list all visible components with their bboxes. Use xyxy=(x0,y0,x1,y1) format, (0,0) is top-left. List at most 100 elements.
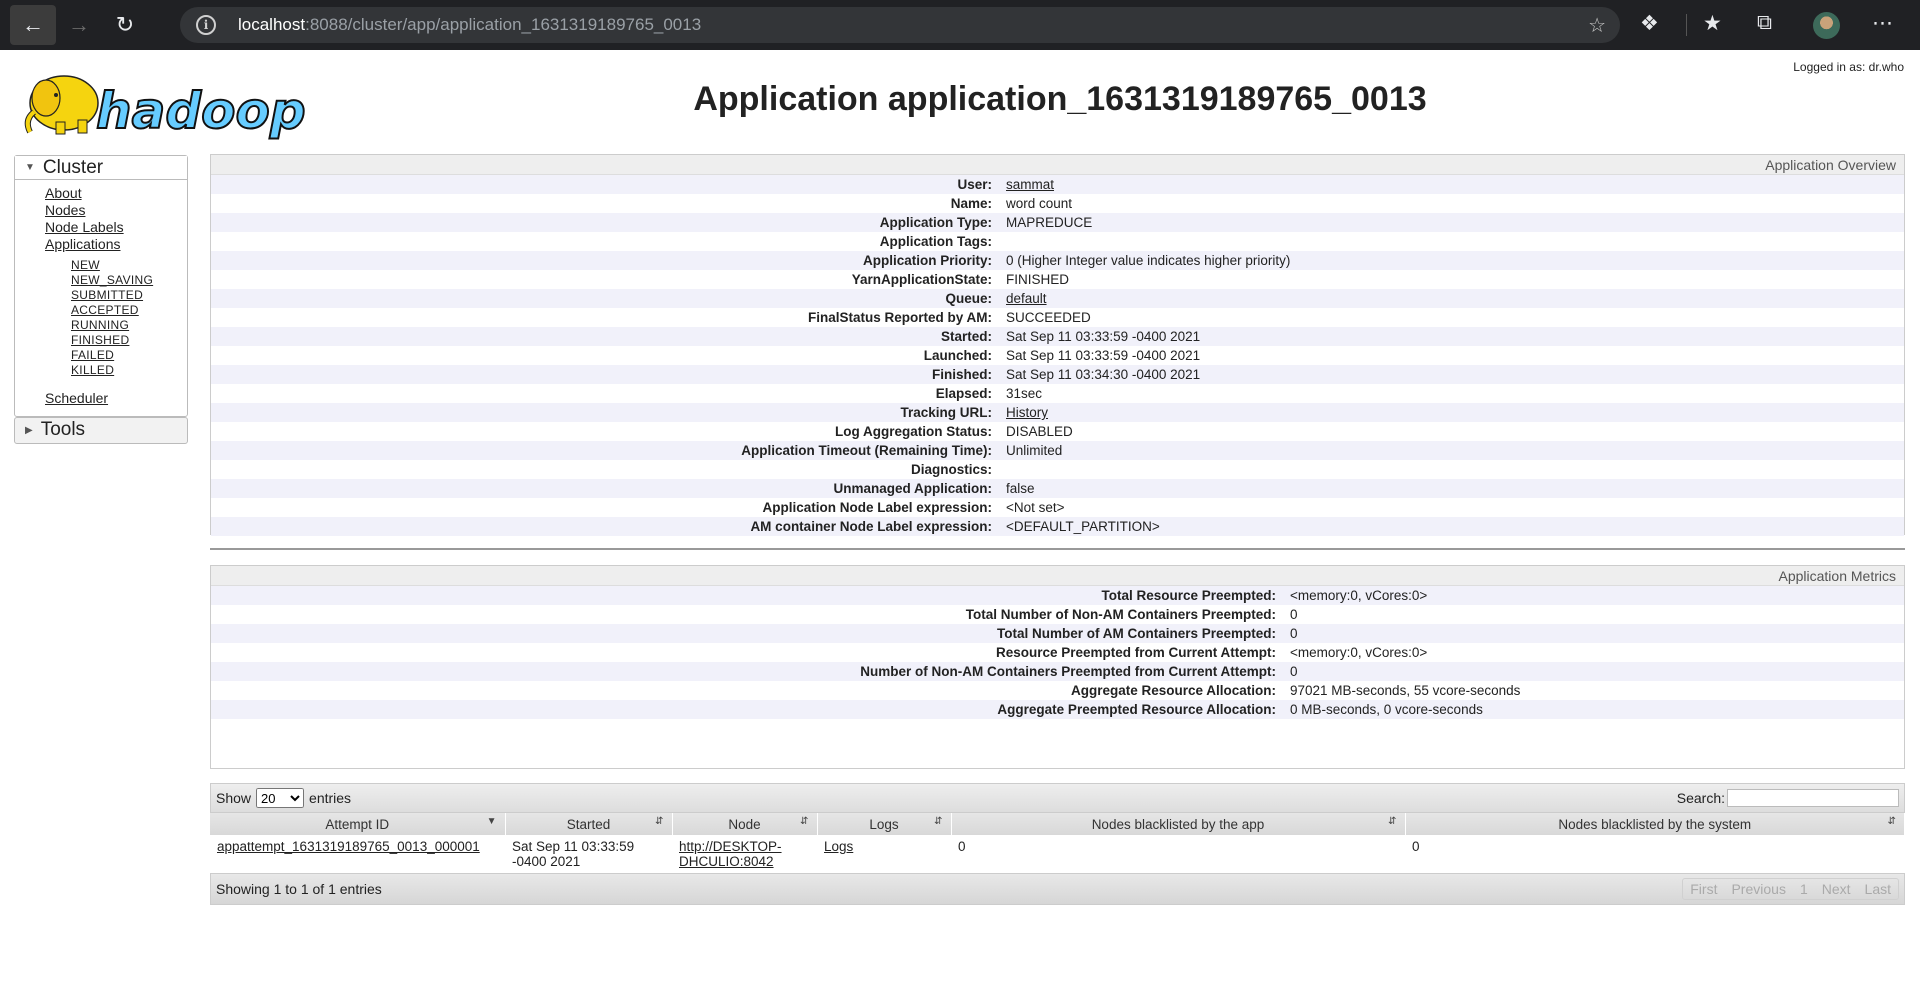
overview-row: Application Type: MAPREDUCE xyxy=(211,213,1904,232)
overview-row: AM container Node Label expression: <DEFA… xyxy=(211,517,1904,536)
col-blacklisted-system[interactable]: Nodes blacklisted by the system ⇵ xyxy=(1405,813,1905,835)
metrics-key: Total Number of Non-AM Containers Preemp… xyxy=(965,607,1276,622)
app-state-killed[interactable]: KILLED xyxy=(71,363,114,377)
cluster-header[interactable]: ▼ Cluster xyxy=(15,156,187,180)
search-input[interactable] xyxy=(1727,789,1899,807)
overview-key: Application Timeout (Remaining Time): xyxy=(741,443,992,458)
table-row: appattempt_1631319189765_0013_000001 Sat… xyxy=(210,835,1905,873)
overview-value: Sat Sep 11 03:33:59 -0400 2021 xyxy=(1006,348,1201,363)
url-path: :8088/cluster/app/application_1631319189… xyxy=(305,15,702,34)
overview-row: Started: Sat Sep 11 03:33:59 -0400 2021 xyxy=(211,327,1904,346)
caret-right-icon: ▶ xyxy=(25,424,33,436)
sidebar-item-scheduler[interactable]: Scheduler xyxy=(45,390,108,406)
overview-key: User: xyxy=(957,177,992,192)
entries-info: Showing 1 to 1 of 1 entries xyxy=(216,881,382,897)
pager-next[interactable]: Next xyxy=(1815,879,1858,899)
col-logs[interactable]: Logs ⇵ xyxy=(817,813,952,835)
metrics-row: Total Resource Preempted: <memory:0, vCor… xyxy=(211,586,1904,605)
overview-value: FINISHED xyxy=(1006,272,1070,287)
overview-value-link[interactable]: default xyxy=(1006,291,1047,306)
pager-previous[interactable]: Previous xyxy=(1724,879,1792,899)
entries-select[interactable]: 20 xyxy=(256,788,305,808)
sidebar-item-about[interactable]: About xyxy=(45,185,82,201)
forward-icon[interactable]: → xyxy=(56,5,102,45)
pager-page-1[interactable]: 1 xyxy=(1793,879,1815,899)
search-box: Search: xyxy=(1677,789,1899,807)
metrics-value: 0 xyxy=(1290,607,1298,622)
reload-icon[interactable]: ↻ xyxy=(102,5,148,45)
col-attempt-id-label: Attempt ID xyxy=(325,816,390,832)
extensions-icon[interactable]: ❖ xyxy=(1640,11,1659,36)
col-blacklisted-app[interactable]: Nodes blacklisted by the app ⇵ xyxy=(951,813,1406,835)
overview-row: Queue: default xyxy=(211,289,1904,308)
overview-value: <Not set> xyxy=(1006,500,1065,515)
sidebar-item-node-labels[interactable]: Node Labels xyxy=(45,219,124,235)
overview-key: Tracking URL: xyxy=(900,405,992,420)
overview-key: Unmanaged Application: xyxy=(833,481,992,496)
app-state-running[interactable]: RUNNING xyxy=(71,318,129,332)
more-menu-icon[interactable]: ⋯ xyxy=(1872,11,1893,36)
overview-value: MAPREDUCE xyxy=(1006,215,1093,230)
app-state-failed[interactable]: FAILED xyxy=(71,348,114,362)
metrics-key: Number of Non-AM Containers Preempted fr… xyxy=(860,664,1276,679)
entries-label: entries xyxy=(309,790,352,806)
table-header-row: Attempt ID ▼ Started ⇵ Node ⇵ Logs ⇵ Nodes b… xyxy=(210,813,1905,835)
metrics-row: Aggregate Preempted Resource Allocation:… xyxy=(211,700,1904,719)
logo-wordmark: hadoop xyxy=(96,82,306,140)
overview-value-link[interactable]: sammat xyxy=(1006,177,1054,192)
overview-row: FinalStatus Reported by AM: SUCCEEDED xyxy=(211,308,1904,327)
toolbar-separator xyxy=(1686,14,1687,36)
overview-key: AM container Node Label expression: xyxy=(750,519,992,534)
page-content: Logged in as: dr.who hadoop Application … xyxy=(0,50,1920,993)
favorites-icon[interactable]: ★ xyxy=(1703,11,1722,36)
sidebar-item-applications[interactable]: Applications xyxy=(45,236,121,252)
page-title: Application application_1631319189765_00… xyxy=(693,80,1427,118)
back-icon[interactable]: ← xyxy=(10,5,56,45)
url-text[interactable]: localhost:8088/cluster/app/application_1… xyxy=(238,15,701,35)
metrics-row: Total Number of Non-AM Containers Preemp… xyxy=(211,605,1904,624)
hadoop-logo[interactable]: hadoop xyxy=(16,60,316,140)
col-node[interactable]: Node ⇵ xyxy=(672,813,818,835)
overview-row: Elapsed: 31sec xyxy=(211,384,1904,403)
metrics-rows: Total Resource Preempted: <memory:0, vCor… xyxy=(211,586,1904,719)
overview-key: YarnApplicationState: xyxy=(851,272,992,287)
overview-key: Started: xyxy=(940,329,992,344)
overview-row: Tracking URL: History xyxy=(211,403,1904,422)
pager-first[interactable]: First xyxy=(1683,879,1724,899)
search-label: Search: xyxy=(1676,790,1725,806)
pager-last[interactable]: Last xyxy=(1858,879,1898,899)
col-attempt-id[interactable]: Attempt ID ▼ xyxy=(210,813,506,835)
overview-value-link[interactable]: History xyxy=(1006,405,1048,420)
app-state-accepted[interactable]: ACCEPTED xyxy=(71,303,139,317)
site-info-icon[interactable]: i xyxy=(196,15,216,35)
tools-header[interactable]: ▶ Tools xyxy=(15,418,187,442)
metrics-key: Aggregate Preempted Resource Allocation: xyxy=(997,702,1276,717)
app-state-new[interactable]: NEW xyxy=(71,258,100,272)
logs-link[interactable]: Logs xyxy=(824,839,853,854)
metrics-value: 0 xyxy=(1290,664,1298,679)
add-favorite-icon[interactable]: ☆ xyxy=(1588,13,1606,38)
collections-icon[interactable]: ⧉ xyxy=(1757,11,1772,35)
blacklisted-system-value: 0 xyxy=(1412,839,1420,854)
address-bar[interactable]: i localhost:8088/cluster/app/application… xyxy=(180,7,1620,43)
sort-icon: ⇵ xyxy=(1887,816,1896,827)
overview-row: Application Tags: xyxy=(211,232,1904,251)
overview-value: default xyxy=(1006,289,1047,308)
app-state-finished[interactable]: FINISHED xyxy=(71,333,129,347)
metrics-row: Number of Non-AM Containers Preempted fr… xyxy=(211,662,1904,681)
app-state-submitted[interactable]: SUBMITTED xyxy=(71,288,143,302)
overview-row: Unmanaged Application: false xyxy=(211,479,1904,498)
overview-key: Application Node Label expression: xyxy=(762,500,992,515)
overview-key: Launched: xyxy=(923,348,992,363)
col-started[interactable]: Started ⇵ xyxy=(505,813,673,835)
attempts-table-wrapper: Show 20 entries Search: Attempt ID ▼ Star… xyxy=(210,783,1905,905)
app-state-new-saving[interactable]: NEW_SAVING xyxy=(71,273,153,287)
profile-avatar[interactable] xyxy=(1813,12,1840,39)
node-link[interactable]: http://DESKTOP-DHCULIO:8042 xyxy=(679,839,782,869)
sidebar-item-nodes[interactable]: Nodes xyxy=(45,202,85,218)
overview-key: Elapsed: xyxy=(935,386,992,401)
overview-row: Diagnostics: xyxy=(211,460,1904,479)
sidebar-tools[interactable]: ▶ Tools xyxy=(14,417,188,444)
attempt-id-link[interactable]: appattempt_1631319189765_0013_000001 xyxy=(217,839,480,854)
overview-key: Queue: xyxy=(945,291,992,306)
